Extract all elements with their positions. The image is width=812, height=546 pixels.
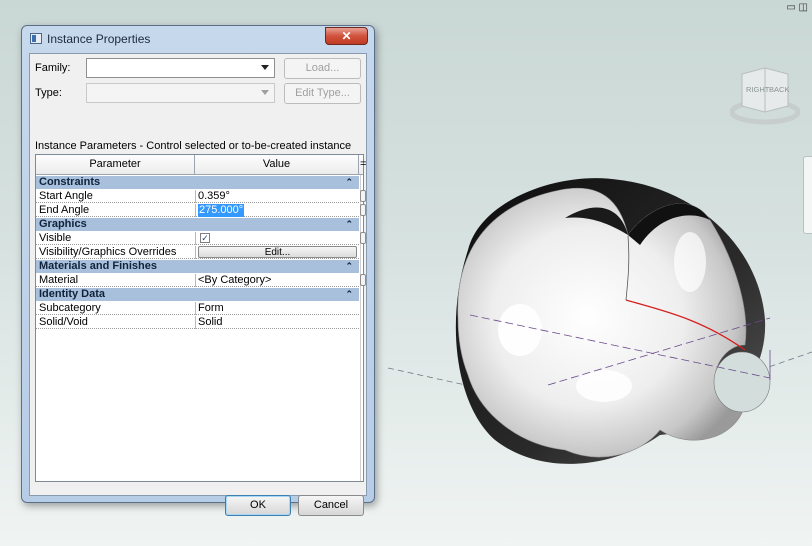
param-value[interactable]: Form <box>198 302 224 315</box>
type-label: Type: <box>35 87 62 99</box>
cell-divider <box>195 246 196 259</box>
grid-divider <box>360 175 361 481</box>
type-dropdown[interactable] <box>86 83 275 103</box>
cell-divider <box>195 232 196 245</box>
cancel-button[interactable]: Cancel <box>298 495 364 516</box>
close-button[interactable]: ✕ <box>325 27 368 45</box>
cell-divider <box>195 316 196 329</box>
param-name: Material <box>39 274 79 286</box>
group-label: Materials and Finishes <box>39 260 157 272</box>
param-name: Solid/Void <box>39 316 88 328</box>
param-row-visibility-overrides[interactable]: Visibility/Graphics Overrides Edit... <box>36 246 359 259</box>
instance-parameters-caption: Instance Parameters - Control selected o… <box>35 140 352 152</box>
collapse-icon[interactable]: ⌃ <box>345 176 353 189</box>
viewcube-right-face: RIGHT <box>746 85 770 94</box>
viewcube[interactable]: RIGHT BACK <box>730 62 800 128</box>
associate-parameter-button[interactable] <box>360 190 366 202</box>
column-header-value[interactable]: Value <box>195 155 359 174</box>
group-identity-data[interactable]: Identity Data ⌃ <box>36 288 359 301</box>
group-label: Constraints <box>39 176 101 188</box>
column-header-parameter[interactable]: Parameter <box>36 155 195 174</box>
group-materials-and-finishes[interactable]: Materials and Finishes ⌃ <box>36 260 359 273</box>
viewcube-back-face: BACK <box>769 85 789 94</box>
param-row-subcategory[interactable]: Subcategory Form <box>36 302 359 315</box>
parameter-grid[interactable]: Parameter Value = Constraints ⌃ Start An… <box>35 154 366 482</box>
properties-icon <box>30 33 42 44</box>
collapse-icon[interactable]: ⌃ <box>345 218 353 231</box>
dialog-title: Instance Properties <box>47 32 151 46</box>
param-row-material[interactable]: Material <By Category> <box>36 274 359 287</box>
instance-properties-dialog: Instance Properties ✕ Family: Load... Ty… <box>21 25 375 516</box>
collapse-icon[interactable]: ⌃ <box>345 260 353 273</box>
param-row-start-angle[interactable]: Start Angle 0.359° <box>36 190 359 203</box>
param-name: Visibility/Graphics Overrides <box>39 246 177 258</box>
param-value[interactable]: 0.359° <box>198 190 230 203</box>
dialog-titlebar[interactable]: Instance Properties ✕ <box>22 26 374 52</box>
group-label: Identity Data <box>39 288 106 300</box>
cell-divider <box>195 190 196 203</box>
param-name: Visible <box>39 232 72 244</box>
visible-checkbox[interactable]: ✓ <box>200 233 210 243</box>
chevron-down-icon <box>261 65 269 70</box>
navigation-bar[interactable] <box>803 156 812 234</box>
cell-divider <box>195 274 196 287</box>
group-constraints[interactable]: Constraints ⌃ <box>36 176 359 189</box>
edit-overrides-button[interactable]: Edit... <box>198 246 357 258</box>
dialog-body: Family: Load... Type: Edit Type... Insta… <box>29 53 367 516</box>
param-name: End Angle <box>39 204 90 216</box>
edit-type-button[interactable]: Edit Type... <box>284 83 361 104</box>
associate-parameter-button[interactable] <box>360 204 366 216</box>
revolved-form-solid[interactable] <box>455 178 771 464</box>
cell-divider <box>195 302 196 315</box>
param-row-visible[interactable]: Visible ✓ <box>36 232 359 245</box>
group-label: Graphics <box>39 218 87 230</box>
family-label: Family: <box>35 62 71 74</box>
cell-divider <box>195 204 196 217</box>
param-row-solid-void[interactable]: Solid/Void Solid <box>36 316 359 329</box>
param-value[interactable]: <By Category> <box>198 274 271 287</box>
param-row-end-angle[interactable]: End Angle 275.000° <box>36 204 359 217</box>
column-header-sort[interactable]: = <box>360 155 366 174</box>
load-button[interactable]: Load... <box>284 58 361 79</box>
associate-parameter-button[interactable] <box>360 274 366 286</box>
chevron-down-icon <box>261 90 269 95</box>
group-graphics[interactable]: Graphics ⌃ <box>36 218 359 231</box>
grid-header: Parameter Value = <box>36 155 366 175</box>
param-name: Start Angle <box>39 190 93 202</box>
ok-button[interactable]: OK <box>225 495 291 516</box>
associate-parameter-button[interactable] <box>360 232 366 244</box>
collapse-icon[interactable]: ⌃ <box>345 288 353 301</box>
end-angle-input[interactable]: 275.000° <box>198 204 245 217</box>
family-dropdown[interactable] <box>86 58 275 78</box>
param-value[interactable]: Solid <box>198 316 222 329</box>
param-name: Subcategory <box>39 302 101 314</box>
